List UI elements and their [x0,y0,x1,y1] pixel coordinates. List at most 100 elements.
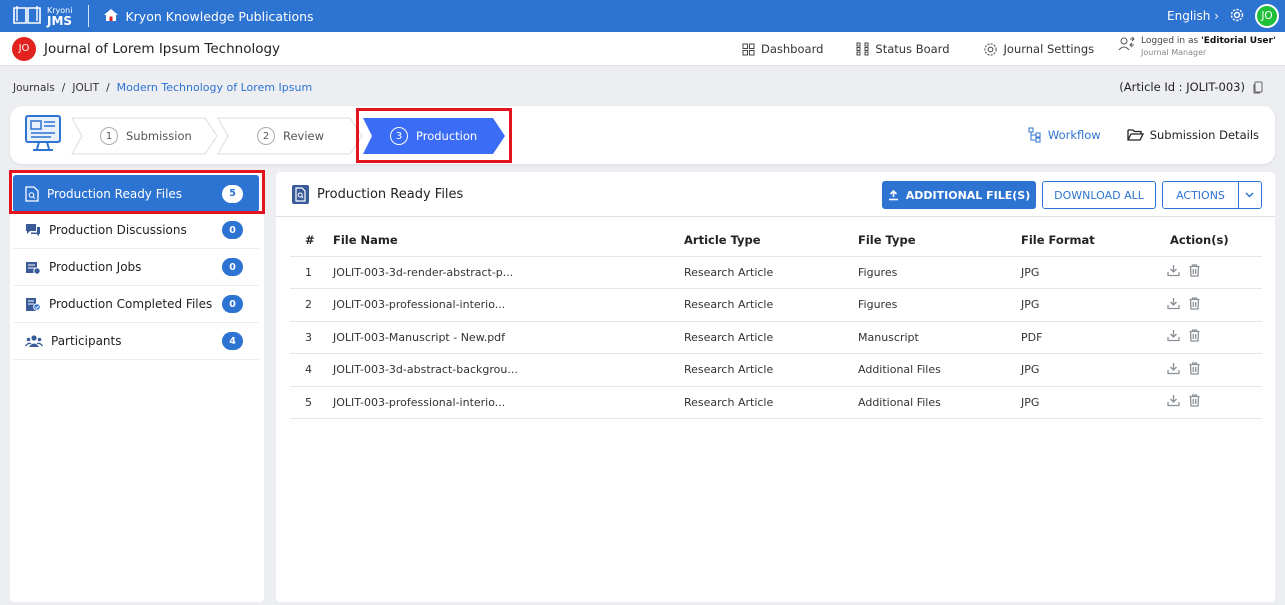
download-icon[interactable] [1167,394,1180,407]
trash-icon[interactable] [1189,297,1200,310]
submission-details-label: Submission Details [1149,128,1259,142]
col-header-file-format[interactable]: File Format [1021,224,1142,257]
user-role: Journal Manager [1141,48,1207,57]
home-icon [103,8,119,25]
trash-icon[interactable] [1189,329,1200,342]
trash-icon[interactable] [1189,394,1200,407]
production-step-highlight [356,108,512,163]
table-row: 5 JOLIT-003-professional-interio... Rese… [290,386,1262,419]
row-index: 4 [290,353,333,387]
file-search-icon [292,185,309,204]
col-header-index: # [290,224,333,257]
logged-in-info[interactable]: Logged in as 'Editorial User' Journal Ma… [1118,35,1276,59]
file-format: JPG [1021,256,1142,289]
jobs-icon [26,261,41,275]
sidebar-item-label: Production Completed Files [49,297,213,311]
additional-files-label: ADDITIONAL FILE(S) [905,188,1031,202]
nav-status-board-label: Status Board [875,42,950,56]
sidebar-highlight [9,170,265,214]
count-badge: 0 [222,258,243,276]
step-review[interactable]: 2 Review [257,118,324,154]
production-sidebar: Production Ready Files 5 Production Disc… [10,172,264,602]
logged-user: 'Editorial User' [1201,36,1276,46]
sidebar-item-production-jobs[interactable]: Production Jobs 0 [13,249,259,286]
divider [88,5,90,27]
file-name[interactable]: JOLIT-003-Manuscript - New.pdf [333,321,684,354]
download-all-button[interactable]: DOWNLOAD ALL [1042,181,1156,209]
file-type: Additional Files [858,353,1021,387]
trash-icon[interactable] [1189,264,1200,277]
file-format: JPG [1021,386,1142,419]
breadcrumb-separator: / [106,81,110,94]
file-type: Additional Files [858,386,1021,419]
file-name[interactable]: JOLIT-003-professional-interio... [333,288,684,322]
panel-title-text: Production Ready Files [317,187,464,202]
journal-bar: JO Journal of Lorem Ipsum Technology Das… [0,32,1285,66]
nav-journal-settings[interactable]: Journal Settings [983,42,1094,57]
language-label: English [1167,9,1211,23]
copy-icon[interactable] [1253,81,1263,94]
nav-status-board[interactable]: Status Board [856,42,950,56]
col-header-file-type[interactable]: File Type [858,224,1021,257]
app-logo[interactable]: Kryoni JMS [12,4,72,29]
user-switch-icon [1118,36,1135,51]
file-name[interactable]: JOLIT-003-3d-render-abstract-p... [333,256,684,289]
dashboard-icon [742,43,755,55]
workflow-link[interactable]: Workflow [1028,127,1101,143]
table-header-row: # File Name Article Type File Type File … [290,224,1262,257]
language-selector[interactable]: English › [1167,9,1219,23]
sidebar-item-production-discussions[interactable]: Production Discussions 0 [13,212,259,249]
sidebar-item-label: Production Discussions [49,223,187,237]
download-icon[interactable] [1167,297,1180,310]
breadcrumb-current[interactable]: Modern Technology of Lorem Ipsum [117,81,313,94]
additional-files-button[interactable]: ADDITIONAL FILE(S) [882,181,1036,209]
breadcrumb-journals[interactable]: Journals [13,82,55,94]
download-icon[interactable] [1167,329,1180,342]
step-number: 2 [257,127,275,145]
book-logo-icon [12,4,42,29]
gear-icon[interactable] [1229,7,1245,26]
col-header-file-name[interactable]: File Name [333,224,684,257]
files-table: # File Name Article Type File Type File … [290,224,1262,419]
row-index: 5 [290,386,333,419]
article-id: (Article Id : JOLIT-003) [1119,80,1263,94]
file-name[interactable]: JOLIT-003-professional-interio... [333,386,684,419]
download-icon[interactable] [1167,362,1180,375]
article-id-text: (Article Id : JOLIT-003) [1119,80,1245,94]
nav-dashboard[interactable]: Dashboard [742,42,823,56]
submission-details-link[interactable]: Submission Details [1127,128,1259,142]
main-panel: Production Ready Files ADDITIONAL FILE(S… [276,172,1275,602]
download-icon[interactable] [1167,264,1180,277]
table-row: 3 JOLIT-003-Manuscript - New.pdf Researc… [290,321,1262,354]
logged-prefix: Logged in as [1141,36,1202,46]
article-type: Research Article [684,321,858,354]
count-badge: 0 [222,295,243,313]
folder-open-icon [1127,129,1144,141]
actions-dropdown-toggle[interactable] [1238,181,1262,209]
file-format: PDF [1021,321,1142,354]
nav-dashboard-label: Dashboard [761,42,824,56]
top-bar: Kryoni JMS Kryon Knowledge Publications … [0,0,1285,32]
workflow-stepper: 1 Submission 2 Review 3 Production Workf… [10,106,1275,164]
journal-title[interactable]: Journal of Lorem Ipsum Technology [44,41,280,57]
sidebar-item-label: Participants [51,334,122,348]
actions-button[interactable]: ACTIONS [1162,181,1239,209]
breadcrumb-code[interactable]: JOLIT [72,82,99,94]
row-index: 3 [290,321,333,354]
workflow-label: Workflow [1047,128,1101,142]
status-board-icon [856,42,869,56]
journal-avatar: JO [12,36,36,61]
main-header: Production Ready Files ADDITIONAL FILE(S… [276,172,1275,217]
publisher-link[interactable]: Kryon Knowledge Publications [103,8,314,25]
file-format: JPG [1021,353,1142,387]
breadcrumb-separator: / [61,81,66,94]
sidebar-item-participants[interactable]: Participants 4 [13,323,259,360]
sidebar-item-production-completed-files[interactable]: Production Completed Files 0 [13,286,259,323]
file-name[interactable]: JOLIT-003-3d-abstract-backgrou... [333,353,684,387]
col-header-article-type[interactable]: Article Type [684,224,858,257]
article-type: Research Article [684,353,858,387]
panel-title: Production Ready Files [292,185,463,204]
step-submission[interactable]: 1 Submission [100,118,192,154]
trash-icon[interactable] [1189,362,1200,375]
user-avatar[interactable]: JO [1255,4,1279,28]
